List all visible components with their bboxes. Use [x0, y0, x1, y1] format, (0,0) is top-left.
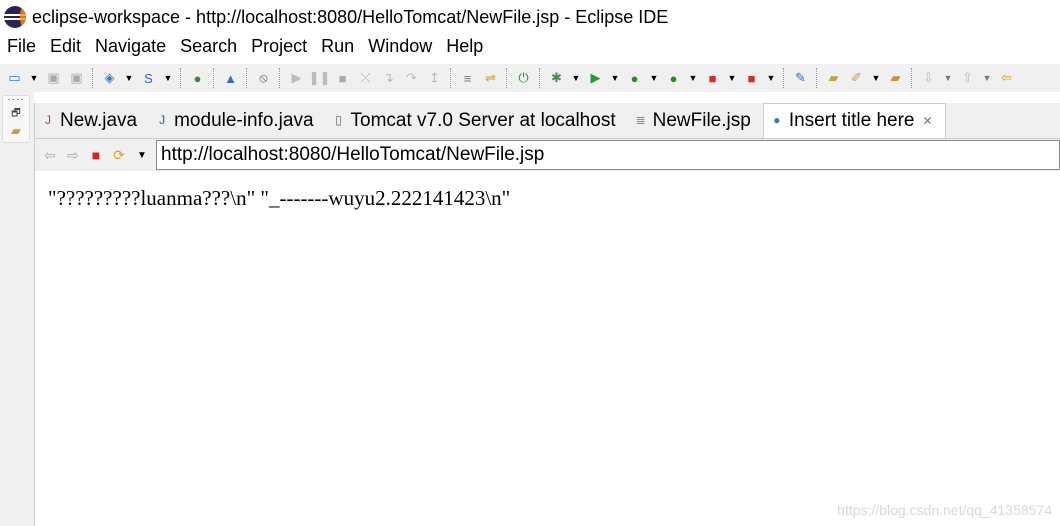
use-step-filters-icon[interactable]: ⇌: [482, 70, 499, 87]
dropdown-icon[interactable]: ▼: [571, 70, 581, 87]
step-over-icon[interactable]: ↷: [403, 70, 420, 87]
dropdown-icon[interactable]: ▼: [688, 70, 698, 87]
back-icon[interactable]: ⇦: [41, 147, 59, 164]
resume-icon[interactable]: ▶: [288, 70, 305, 87]
java-file-icon: J: [159, 113, 166, 127]
start-server-icon[interactable]: ⏻: [515, 70, 532, 87]
toolbar-separator: [246, 68, 248, 88]
package-explorer-icon[interactable]: ▰: [3, 123, 29, 139]
menu-window[interactable]: Window: [361, 36, 439, 60]
toolbar-separator: [92, 68, 94, 88]
save-icon[interactable]: ▣: [45, 70, 62, 87]
title-bar: eclipse-workspace - http://localhost:808…: [0, 0, 1060, 34]
toolbar-separator: [213, 68, 215, 88]
main-toolbar: ▭ ▼ ▣ ▣ ◈ ▼ S ▼ ● ▲ ⦸ ▶ ❚❚ ■ ⤬ ↴ ↷ ↥ ≡ ⇌ ⏻ ✱ ▼ ▶ ▼ ● ▼ ● ▼ ■ ▼ ■ ▼ ✎ ▰ ✐ ▼ ▰ ⇩…: [0, 64, 1060, 92]
step-return-icon[interactable]: ↥: [426, 70, 443, 87]
debug-icon[interactable]: ✱: [548, 70, 565, 87]
toolbar-separator: [911, 68, 913, 88]
menu-search[interactable]: Search: [173, 36, 244, 60]
external-tools-icon[interactable]: ■: [743, 70, 760, 87]
left-trim-stack: ···· 🗗 ▰: [0, 92, 34, 526]
menu-navigate[interactable]: Navigate: [88, 36, 173, 60]
open-task-icon[interactable]: ▰: [887, 70, 904, 87]
refresh-icon[interactable]: ⟳: [110, 147, 128, 164]
tab-module-info-java[interactable]: Jmodule-info.java: [149, 104, 325, 138]
dropdown-icon[interactable]: ▼: [133, 150, 151, 161]
page-content: "?????????luanma???\n" "_-------wuyu2.22…: [48, 186, 511, 210]
drop-to-frame-icon[interactable]: ≡: [459, 70, 476, 87]
disconnect-icon[interactable]: ⤬: [357, 70, 374, 87]
new-web-project-icon[interactable]: ◈: [101, 70, 118, 87]
dropdown-icon[interactable]: ▼: [649, 70, 659, 87]
close-tab-icon[interactable]: ✕: [922, 114, 932, 128]
save-all-icon[interactable]: ▣: [68, 70, 85, 87]
run-icon[interactable]: ▶: [587, 70, 604, 87]
last-edit-location-icon[interactable]: ⇦: [998, 70, 1015, 87]
menu-edit[interactable]: Edit: [43, 36, 88, 60]
url-input[interactable]: [156, 140, 1060, 170]
minimized-stack: ···· 🗗 ▰: [2, 95, 30, 143]
tab-newfile-jsp[interactable]: ≣ NewFile.jsp: [628, 104, 763, 138]
toolbar-separator: [783, 68, 785, 88]
skip-breakpoints-icon[interactable]: ⦸: [255, 70, 272, 87]
profile-icon[interactable]: ●: [665, 70, 682, 87]
dropdown-icon[interactable]: ▼: [871, 70, 881, 87]
watermark: https://blog.csdn.net/qq_41358574: [837, 502, 1052, 518]
dropdown-icon[interactable]: ▼: [610, 70, 620, 87]
tab-tomcat-v7-0-server-at-localhost[interactable]: ▯ Tomcat v7.0 Server at localhost: [326, 104, 628, 138]
toolbar-separator: [506, 68, 508, 88]
step-into-icon[interactable]: ↴: [380, 70, 397, 87]
browser-toolbar: ⇦ ⇨ ■ ⟳ ▼: [35, 139, 1060, 171]
dropdown-icon[interactable]: ▼: [163, 70, 173, 87]
dropdown-icon[interactable]: ▼: [943, 70, 953, 87]
dropdown-icon[interactable]: ▼: [29, 70, 39, 87]
run-on-server-icon[interactable]: ▲: [222, 70, 239, 87]
eclipse-logo-icon: [4, 6, 26, 28]
stop-icon[interactable]: ■: [704, 70, 721, 87]
tab-new-java[interactable]: J New.java: [35, 104, 149, 138]
menu-project[interactable]: Project: [244, 36, 314, 60]
window-title: eclipse-workspace - http://localhost:808…: [32, 6, 669, 27]
tab-label: New.java: [60, 110, 138, 131]
menu-help[interactable]: Help: [439, 36, 490, 60]
dropdown-icon[interactable]: ▼: [124, 70, 134, 87]
previous-annotation-icon[interactable]: ⇧: [959, 70, 976, 87]
toolbar-separator: [450, 68, 452, 88]
new-wizard-icon[interactable]: ▭: [6, 70, 23, 87]
tab-label: Tomcat v7.0 Server at localhost: [350, 110, 616, 131]
dropdown-icon[interactable]: ▼: [766, 70, 776, 87]
new-aspectj-icon[interactable]: ✎: [792, 70, 809, 87]
globe-icon: ●: [773, 113, 781, 127]
toolbar-separator: [279, 68, 281, 88]
coverage-icon[interactable]: ●: [626, 70, 643, 87]
tab-label: NewFile.jsp: [652, 110, 751, 131]
menu-file[interactable]: File: [0, 36, 43, 60]
menu-run[interactable]: Run: [314, 36, 361, 60]
suspend-icon[interactable]: ❚❚: [309, 70, 331, 87]
menu-bar: File Edit Navigate Search Project Run Window He…: [0, 36, 490, 60]
restore-icon[interactable]: 🗗: [3, 106, 29, 123]
jsp-file-icon: ≣: [635, 113, 646, 127]
server-icon: ▯: [335, 113, 342, 127]
editor-area: J New.java Jmodule-info.java ▯ Tomcat v7.0 S…: [34, 103, 1060, 526]
tab-insert-title-here[interactable]: ● Insert title here ✕: [762, 103, 946, 138]
forward-icon[interactable]: ⇨: [64, 147, 82, 164]
dropdown-icon[interactable]: ▼: [982, 70, 992, 87]
stop-icon[interactable]: ■: [87, 147, 105, 163]
new-servlet-icon[interactable]: S: [140, 70, 157, 87]
tab-label: module-info.java: [174, 110, 314, 131]
editor-tab-bar: J New.java Jmodule-info.java ▯ Tomcat v7.0 S…: [35, 103, 1060, 139]
toolbar-separator: [816, 68, 818, 88]
open-web-browser-icon[interactable]: ●: [189, 70, 206, 87]
search-icon[interactable]: ✐: [848, 70, 865, 87]
next-annotation-icon[interactable]: ⇩: [920, 70, 937, 87]
toolbar-separator: [180, 68, 182, 88]
terminate-icon[interactable]: ■: [334, 70, 351, 87]
java-file-error-icon: J: [45, 113, 51, 127]
tab-label: Insert title here: [788, 110, 915, 131]
open-type-icon[interactable]: ▰: [825, 70, 842, 87]
toolbar-separator: [539, 68, 541, 88]
dropdown-icon[interactable]: ▼: [727, 70, 737, 87]
